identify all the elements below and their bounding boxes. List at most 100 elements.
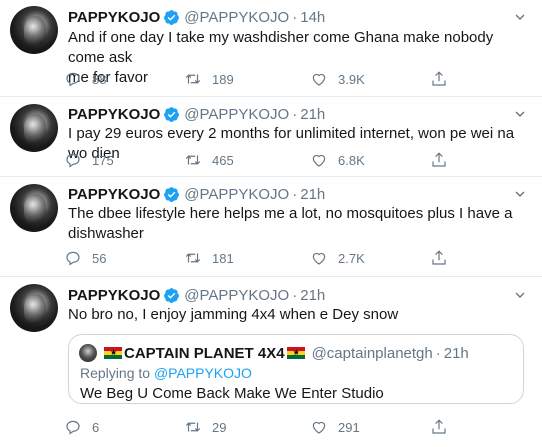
like-count: 2.7K bbox=[338, 250, 365, 266]
verified-badge-icon bbox=[164, 9, 180, 25]
separator: · bbox=[292, 8, 298, 26]
retweet-button[interactable]: 181 bbox=[184, 248, 234, 268]
like-icon bbox=[312, 154, 326, 167]
display-name[interactable]: PAPPYKOJO bbox=[68, 9, 160, 26]
retweet-count: 465 bbox=[212, 152, 234, 168]
tweet-header: PAPPYKOJO @PAPPYKOJO · 21h bbox=[68, 104, 325, 124]
share-button[interactable] bbox=[430, 69, 448, 89]
reply-button[interactable]: 88 bbox=[64, 69, 106, 89]
quoted-tweet-header: ★ CAPTAIN PLANET 4X4 ★ @captainplanetgh … bbox=[80, 343, 469, 363]
handle[interactable]: @PAPPYKOJO bbox=[184, 106, 289, 123]
avatar[interactable] bbox=[10, 104, 58, 152]
timestamp[interactable]: 21h bbox=[300, 106, 325, 123]
like-button[interactable]: 291 bbox=[310, 417, 360, 437]
quoted-tweet[interactable]: ★ CAPTAIN PLANET 4X4 ★ @captainplanetgh … bbox=[68, 334, 524, 404]
retweet-icon bbox=[185, 155, 201, 165]
tweet-header: PAPPYKOJO @PAPPYKOJO · 14h bbox=[68, 7, 325, 27]
retweet-icon bbox=[185, 253, 201, 263]
like-button[interactable]: 3.9K bbox=[310, 69, 365, 89]
avatar[interactable] bbox=[10, 6, 58, 54]
tweet-actions: 56 181 2.7K bbox=[64, 248, 484, 268]
like-count: 291 bbox=[338, 419, 360, 435]
share-button[interactable] bbox=[430, 417, 448, 437]
quoted-tweet-text: We Beg U Come Back Make We Enter Studio bbox=[80, 385, 384, 402]
retweet-button[interactable]: 29 bbox=[184, 417, 226, 437]
reply-icon bbox=[66, 72, 80, 87]
tweet-text: No bro no, I enjoy jamming 4x4 when e De… bbox=[68, 305, 530, 325]
timestamp[interactable]: 21h bbox=[300, 287, 325, 304]
replying-to: Replying to @PAPPYKOJO bbox=[80, 365, 252, 381]
separator: · bbox=[292, 185, 298, 203]
share-button[interactable] bbox=[430, 248, 448, 268]
timestamp[interactable]: 21h bbox=[300, 186, 325, 203]
ghana-flag-icon: ★ bbox=[104, 347, 122, 359]
separator: · bbox=[292, 286, 298, 304]
quoted-display-name[interactable]: CAPTAIN PLANET 4X4 bbox=[124, 345, 285, 362]
verified-badge-icon bbox=[164, 287, 180, 303]
share-icon bbox=[432, 152, 446, 167]
display-name[interactable]: PAPPYKOJO bbox=[68, 106, 160, 123]
reply-count: 6 bbox=[92, 419, 100, 435]
reply-count: 88 bbox=[92, 71, 107, 87]
retweet-button[interactable]: 189 bbox=[184, 69, 234, 89]
tweet[interactable]: PAPPYKOJO @PAPPYKOJO · 21h I pay 29 euro… bbox=[0, 97, 542, 177]
reply-count: 56 bbox=[92, 250, 107, 266]
share-button[interactable] bbox=[430, 150, 448, 170]
quoted-timestamp[interactable]: 21h bbox=[444, 345, 469, 362]
replying-to-handle[interactable]: @PAPPYKOJO bbox=[154, 365, 252, 381]
tweet-actions: 175 465 6.8K bbox=[64, 150, 484, 170]
reply-icon bbox=[66, 251, 80, 266]
tweet-text-line: No bro no, I enjoy jamming 4x4 when e De… bbox=[68, 306, 399, 323]
ghana-flag-icon: ★ bbox=[286, 347, 305, 359]
like-button[interactable]: 2.7K bbox=[310, 248, 365, 268]
tweet-header: PAPPYKOJO @PAPPYKOJO · 21h bbox=[68, 184, 325, 204]
retweet-button[interactable]: 465 bbox=[184, 150, 234, 170]
like-count: 3.9K bbox=[338, 71, 365, 87]
chevron-down-icon[interactable] bbox=[512, 287, 528, 303]
avatar[interactable] bbox=[10, 184, 58, 232]
retweet-icon bbox=[185, 422, 201, 432]
share-icon bbox=[432, 419, 446, 434]
tweet[interactable]: PAPPYKOJO @PAPPYKOJO · 21h No bro no, I … bbox=[0, 277, 542, 447]
separator: · bbox=[435, 344, 441, 362]
avatar[interactable] bbox=[10, 284, 58, 332]
tweet-text-line: The dbee lifestyle here helps me a lot, … bbox=[68, 205, 513, 222]
verified-badge-icon bbox=[164, 186, 180, 202]
separator: · bbox=[292, 105, 298, 123]
verified-badge-icon bbox=[164, 106, 180, 122]
handle[interactable]: @PAPPYKOJO bbox=[184, 9, 289, 26]
replying-to-label: Replying to bbox=[80, 365, 154, 381]
like-icon bbox=[312, 421, 326, 434]
handle[interactable]: @PAPPYKOJO bbox=[184, 186, 289, 203]
tweet-header: PAPPYKOJO @PAPPYKOJO · 21h bbox=[68, 285, 325, 305]
retweet-icon bbox=[185, 74, 201, 84]
retweet-count: 189 bbox=[212, 71, 234, 87]
like-count: 6.8K bbox=[338, 152, 365, 168]
tweet-text-line: dishwasher bbox=[68, 225, 144, 242]
tweet-actions: 6 29 291 bbox=[64, 417, 484, 437]
like-button[interactable]: 6.8K bbox=[310, 150, 365, 170]
tweet[interactable]: PAPPYKOJO @PAPPYKOJO · 21h The dbee life… bbox=[0, 177, 542, 277]
reply-icon bbox=[66, 153, 80, 168]
display-name[interactable]: PAPPYKOJO bbox=[68, 287, 160, 304]
quoted-handle[interactable]: @captainplanetgh bbox=[312, 345, 433, 362]
share-icon bbox=[432, 71, 446, 86]
chevron-down-icon[interactable] bbox=[512, 186, 528, 202]
reply-button[interactable]: 56 bbox=[64, 248, 106, 268]
tweet[interactable]: PAPPYKOJO @PAPPYKOJO · 14h And if one da… bbox=[0, 0, 542, 97]
handle[interactable]: @PAPPYKOJO bbox=[184, 287, 289, 304]
tweet-feed: PAPPYKOJO @PAPPYKOJO · 14h And if one da… bbox=[0, 0, 542, 447]
reply-button[interactable]: 175 bbox=[64, 150, 114, 170]
chevron-down-icon[interactable] bbox=[512, 9, 528, 25]
display-name[interactable]: PAPPYKOJO bbox=[68, 186, 160, 203]
tweet-actions: 88 189 3.9K bbox=[64, 69, 484, 89]
chevron-down-icon[interactable] bbox=[512, 106, 528, 122]
reply-icon bbox=[66, 420, 80, 435]
reply-button[interactable]: 6 bbox=[64, 417, 99, 437]
share-icon bbox=[432, 250, 446, 265]
like-icon bbox=[312, 252, 326, 265]
retweet-count: 29 bbox=[212, 419, 227, 435]
tweet-text: The dbee lifestyle here helps me a lot, … bbox=[68, 204, 530, 244]
reply-count: 175 bbox=[92, 152, 114, 168]
timestamp[interactable]: 14h bbox=[300, 9, 325, 26]
